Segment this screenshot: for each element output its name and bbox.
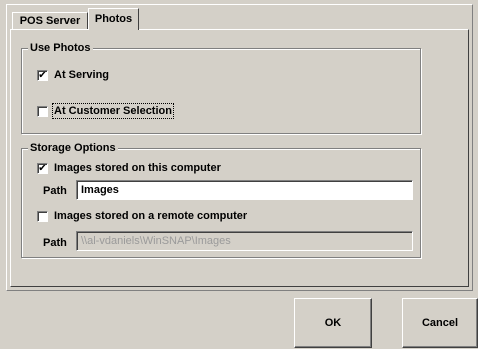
tab-pos-server[interactable]: POS Server — [12, 12, 88, 29]
storage-options-title: Storage Options — [28, 141, 118, 155]
at-customer-selection-row[interactable]: At Customer Selection — [37, 103, 174, 119]
at-customer-selection-label[interactable]: At Customer Selection — [52, 103, 174, 119]
photos-tab-panel: Use Photos ✔ At Serving At Customer Sele… — [10, 29, 469, 287]
at-serving-label[interactable]: At Serving — [54, 69, 109, 81]
remote-path-label: Path — [43, 237, 67, 249]
use-photos-group: Use Photos ✔ At Serving At Customer Sele… — [21, 41, 421, 134]
at-serving-row[interactable]: ✔ At Serving — [37, 69, 109, 81]
local-storage-checkbox[interactable]: ✔ — [37, 162, 48, 174]
local-path-label: Path — [43, 185, 67, 197]
cancel-button[interactable]: Cancel — [402, 298, 478, 348]
tab-photos[interactable]: Photos — [88, 8, 139, 30]
local-path-input[interactable]: Images — [76, 180, 413, 200]
at-customer-selection-checkbox[interactable] — [37, 105, 48, 117]
storage-options-group: Storage Options ✔ Images stored on this … — [21, 141, 421, 258]
at-serving-checkbox[interactable]: ✔ — [37, 69, 48, 81]
local-storage-label[interactable]: Images stored on this computer — [54, 162, 221, 174]
remote-storage-label[interactable]: Images stored on a remote computer — [54, 210, 247, 222]
remote-storage-checkbox[interactable] — [37, 210, 48, 222]
remote-storage-row[interactable]: Images stored on a remote computer — [37, 210, 247, 222]
active-tab-joint — [89, 28, 137, 31]
ok-button[interactable]: OK — [294, 298, 372, 348]
use-photos-title: Use Photos — [28, 41, 93, 55]
local-storage-row[interactable]: ✔ Images stored on this computer — [37, 162, 221, 174]
remote-path-input: \\al-vdaniels\WinSNAP\Images — [76, 231, 413, 251]
